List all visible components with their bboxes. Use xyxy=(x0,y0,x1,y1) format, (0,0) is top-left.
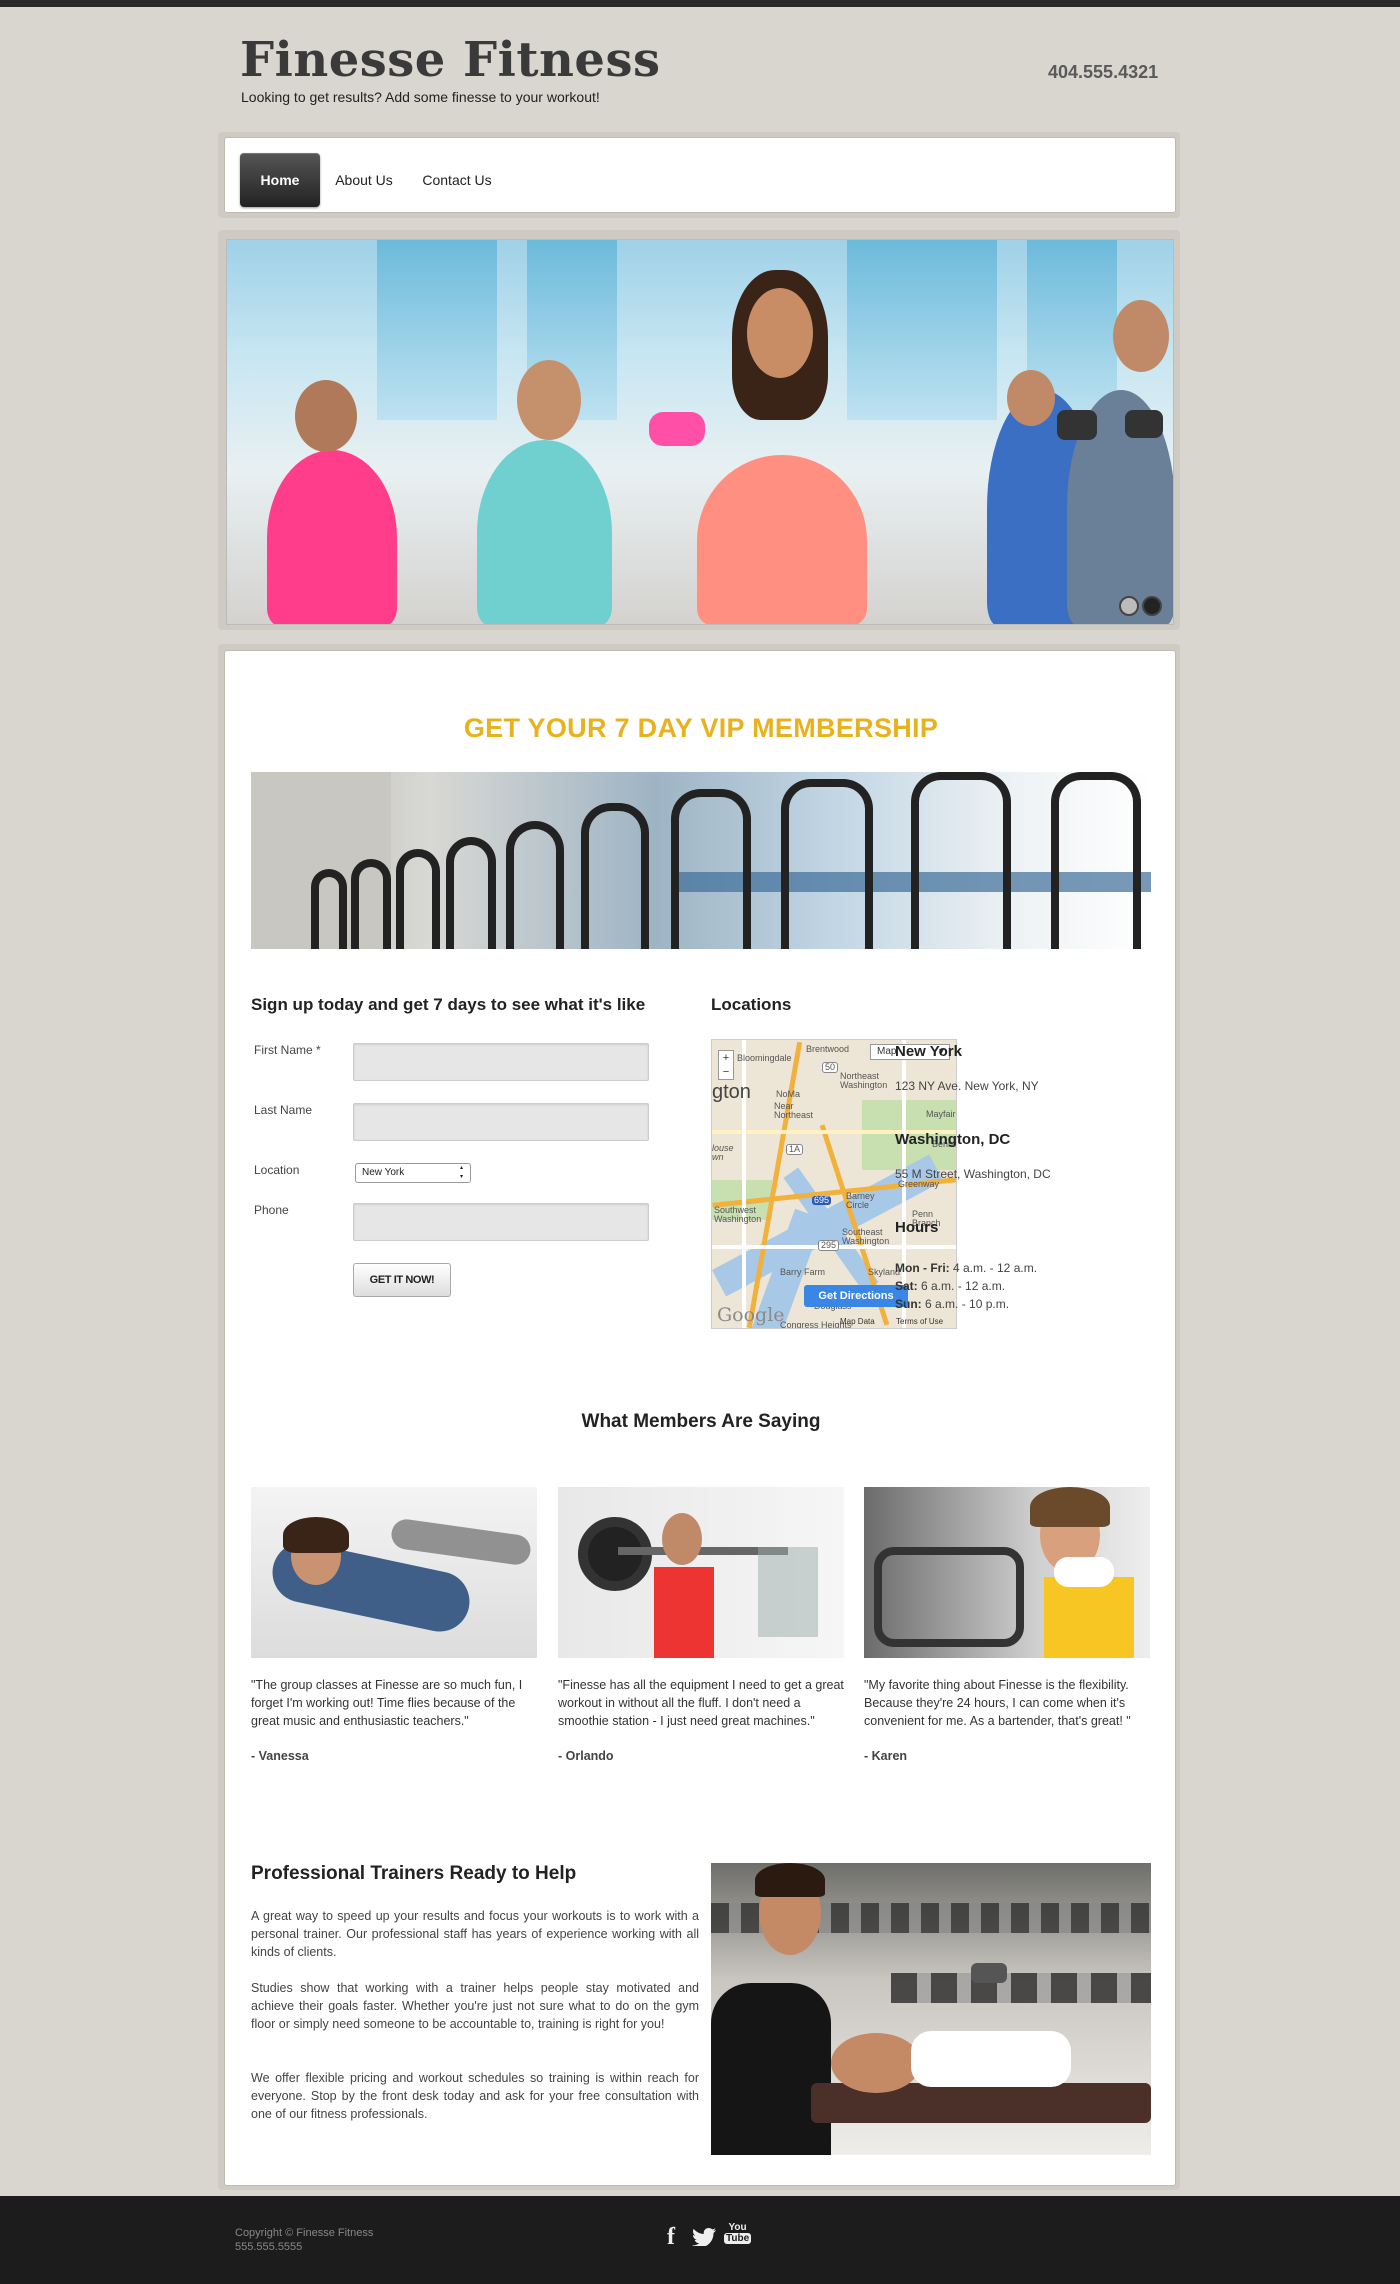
hours-time: 6 a.m. - 12 a.m. xyxy=(921,1279,1006,1293)
nav-item-about-us[interactable]: About Us xyxy=(325,153,403,207)
locations-heading: Locations xyxy=(711,995,792,1014)
hours-day: Mon - Fri: xyxy=(895,1261,950,1275)
slider-dot-2[interactable] xyxy=(1142,596,1162,616)
hours-time: 4 a.m. - 12 a.m. xyxy=(953,1261,1038,1275)
youtube-label-top: You xyxy=(728,2222,747,2233)
hours-row: Sun: 6 a.m. - 10 p.m. xyxy=(895,1295,1037,1313)
first-name-field[interactable] xyxy=(353,1043,649,1081)
last-name-field[interactable] xyxy=(353,1103,649,1141)
main-content: GET YOUR 7 DAY VIP MEMBERSHIP Sign up to… xyxy=(224,650,1176,2186)
map-label: Barney Circle xyxy=(846,1191,875,1211)
testimonial-author: - Karen xyxy=(864,1749,908,1763)
testimonial-quote: "Finesse has all the equipment I need to… xyxy=(558,1678,844,1728)
trainer-image xyxy=(711,1863,1151,2155)
map-road-shield: 695 xyxy=(812,1195,832,1206)
map-label: Southwest Washington xyxy=(714,1205,762,1225)
trainers-heading: Professional Trainers Ready to Help xyxy=(251,1863,577,1884)
footer-copyright: Copyright © Finesse Fitness 555.555.5555 xyxy=(235,2226,373,2254)
footer: Copyright © Finesse Fitness 555.555.5555… xyxy=(0,2196,1400,2284)
map-road-shield: 295 xyxy=(818,1240,840,1252)
map-road-shield: 1A xyxy=(786,1144,804,1156)
map-zoom-control[interactable]: + − xyxy=(718,1050,734,1080)
trainers-paragraph: Studies show that working with a trainer… xyxy=(251,1981,699,2031)
twitter-icon[interactable] xyxy=(692,2228,716,2251)
map-label: Mayfair xyxy=(926,1109,956,1119)
zoom-in-icon[interactable]: + xyxy=(719,1051,733,1065)
youtube-icon[interactable]: You Tube xyxy=(724,2222,752,2244)
testimonials-heading: What Members Are Saying xyxy=(581,1411,821,1432)
map-label: Barry Farm xyxy=(780,1267,825,1277)
map-type-label: Map xyxy=(877,1046,897,1057)
zoom-out-icon[interactable]: − xyxy=(719,1065,733,1079)
nav-item-contact-us[interactable]: Contact Us xyxy=(409,153,505,207)
washington-title: Washington, DC xyxy=(895,1131,1011,1148)
testimonial-quote: "The group classes at Finesse are so muc… xyxy=(251,1678,523,1728)
get-it-now-button[interactable]: GET IT NOW! xyxy=(353,1263,451,1297)
trainers-paragraph: A great way to speed up your results and… xyxy=(251,1909,699,1959)
map-label: Brentwood xyxy=(806,1044,850,1054)
get-directions-button[interactable]: Get Directions xyxy=(804,1285,908,1307)
main-nav: Home About Us Contact Us xyxy=(224,137,1176,213)
hours-row: Mon - Fri: 4 a.m. - 12 a.m. xyxy=(895,1259,1037,1277)
testimonial-quote: "My favorite thing about Finesse is the … xyxy=(864,1678,1131,1728)
last-name-label: Last Name xyxy=(254,1103,313,1117)
map-label: Near Northeast xyxy=(774,1101,814,1121)
map-label: Bloomingdale xyxy=(737,1053,792,1063)
site-tagline: Looking to get results? Add some finesse… xyxy=(241,89,600,105)
signup-heading: Sign up today and get 7 days to see what… xyxy=(251,995,646,1014)
testimonial-author: - Vanessa xyxy=(251,1749,309,1763)
hours-title: Hours xyxy=(895,1219,939,1236)
map-label: Northeast Washington xyxy=(840,1071,888,1091)
map-label: NoMa xyxy=(776,1089,801,1099)
vip-membership-title: GET YOUR 7 DAY VIP MEMBERSHIP xyxy=(463,713,939,743)
hours-day: Sat: xyxy=(895,1279,918,1293)
testimonial-author: - Orlando xyxy=(558,1749,614,1763)
washington-address: 55 M Street, Washington, DC xyxy=(895,1167,1051,1181)
hours-row: Sat: 6 a.m. - 12 a.m. xyxy=(895,1277,1037,1295)
hours-day: Sun: xyxy=(895,1297,922,1311)
testimonial-image-karen xyxy=(864,1487,1150,1658)
new-york-address: 123 NY Ave. New York, NY xyxy=(895,1079,1039,1093)
map-road-shield: 50 xyxy=(822,1062,839,1074)
map-label: Greenway xyxy=(898,1179,940,1189)
phone-field[interactable] xyxy=(353,1203,649,1241)
hours-time: 6 a.m. - 10 p.m. xyxy=(925,1297,1010,1311)
map-data-link[interactable]: Map Data xyxy=(840,1317,875,1326)
trainers-paragraph: We offer flexible pricing and workout sc… xyxy=(251,2071,699,2121)
hours-list: Mon - Fri: 4 a.m. - 12 a.m. Sat: 6 a.m. … xyxy=(895,1259,1037,1313)
map-label: gton xyxy=(712,1081,751,1103)
terms-of-use-link[interactable]: Terms of Use xyxy=(896,1317,943,1326)
google-logo: Google xyxy=(717,1304,785,1326)
testimonial-image-vanessa xyxy=(251,1487,537,1658)
phone-label: Phone xyxy=(254,1203,289,1217)
map-label: Southeast Washington xyxy=(842,1227,890,1247)
facebook-icon[interactable]: f xyxy=(667,2224,675,2251)
testimonial-image-orlando xyxy=(558,1487,844,1658)
header-phone: 404.555.4321 xyxy=(1048,62,1159,82)
location-label: Location xyxy=(254,1163,300,1177)
youtube-label-bottom: Tube xyxy=(724,2233,752,2244)
first-name-label: First Name * xyxy=(254,1043,321,1057)
gym-equipment-image xyxy=(251,772,1151,949)
hero-slider-image xyxy=(226,239,1174,625)
new-york-title: New York xyxy=(895,1043,962,1060)
nav-item-home[interactable]: Home xyxy=(240,153,320,207)
location-select[interactable]: New York xyxy=(355,1163,471,1183)
top-bar xyxy=(0,0,1400,7)
map-label: louse wn xyxy=(712,1143,734,1163)
copyright-text: Copyright © Finesse Fitness xyxy=(235,2227,374,2239)
site-title[interactable]: Finesse Fitness xyxy=(240,36,661,84)
footer-phone: 555.555.5555 xyxy=(235,2241,303,2253)
slider-dot-1[interactable] xyxy=(1119,596,1139,616)
